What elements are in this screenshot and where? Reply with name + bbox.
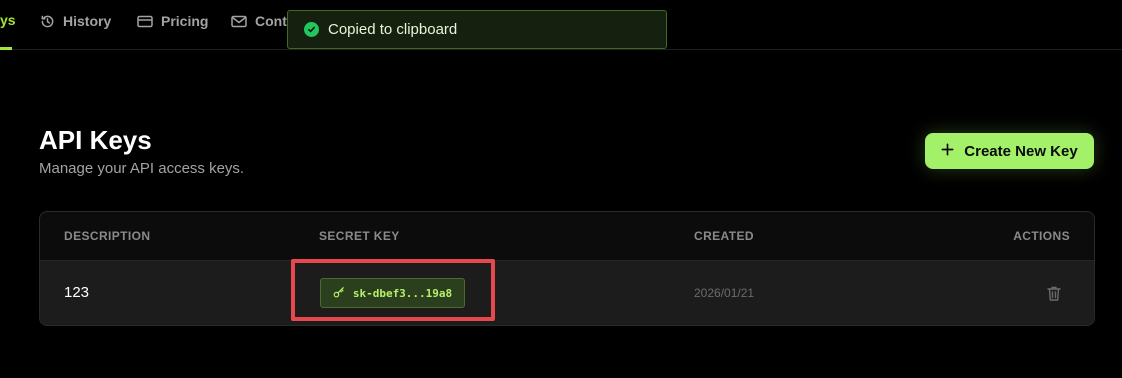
history-icon — [40, 14, 55, 29]
trash-icon — [1046, 286, 1062, 306]
column-header-actions: ACTIONS — [1013, 229, 1070, 243]
api-keys-table: DESCRIPTION SECRET KEY CREATED ACTIONS 1… — [39, 211, 1095, 326]
plus-icon — [941, 143, 954, 160]
toast-notification: Copied to clipboard — [287, 10, 667, 49]
credit-card-icon — [137, 14, 153, 29]
nav-item-api-keys[interactable]: ys — [0, 12, 16, 28]
mail-icon — [231, 14, 247, 29]
create-new-key-label: Create New Key — [964, 142, 1078, 160]
table-header: DESCRIPTION SECRET KEY CREATED ACTIONS — [40, 212, 1094, 261]
nav-item-contact[interactable]: Conta — [231, 12, 295, 30]
nav-item-history[interactable]: History — [40, 12, 111, 30]
check-circle-icon — [304, 22, 319, 37]
highlight-box — [291, 259, 495, 321]
column-header-secret-key: SECRET KEY — [319, 229, 400, 243]
table-row: 123 sk-dbef3...19a8 2026/01/21 — [40, 261, 1094, 325]
column-header-description: DESCRIPTION — [64, 229, 151, 243]
column-header-created: CREATED — [694, 229, 754, 243]
key-description: 123 — [64, 284, 90, 301]
key-created-date: 2026/01/21 — [694, 286, 755, 300]
nav-item-label: History — [63, 13, 112, 29]
toast-message: Copied to clipboard — [328, 21, 458, 38]
page-subtitle: Manage your API access keys. — [39, 160, 245, 177]
nav-active-indicator — [0, 47, 12, 50]
create-new-key-button[interactable]: Create New Key — [925, 133, 1094, 169]
nav-item-label: Pricing — [161, 13, 209, 29]
delete-key-button[interactable] — [1046, 285, 1062, 303]
nav-item-pricing[interactable]: Pricing — [137, 12, 208, 30]
page-title: API Keys — [39, 125, 152, 155]
